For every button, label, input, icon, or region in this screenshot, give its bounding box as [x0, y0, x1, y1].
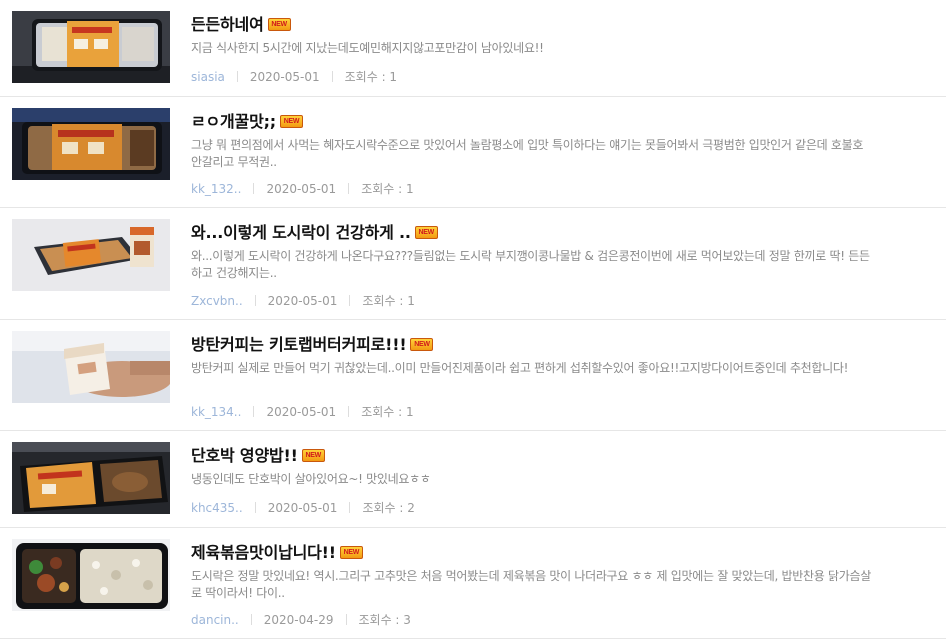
list-item[interactable]: 단호박 영양밥!! NEW 냉동인데도 단호박이 살아있어요~! 맛있네요ㅎㅎ …	[0, 431, 946, 528]
post-views: 조회수 : 1	[344, 70, 398, 84]
meta-divider	[348, 406, 350, 417]
meta-divider	[331, 71, 333, 82]
post-thumbnail[interactable]	[12, 539, 170, 611]
meta-divider	[236, 71, 238, 82]
post-author[interactable]: siasia	[191, 70, 225, 84]
post-description[interactable]: 와...이렇게 도시락이 건강하게 나온다구요???들림없는 도시락 부지깽이콩…	[191, 248, 876, 282]
post-description[interactable]: 방탄커피 실제로 만들어 먹기 귀찮았는데..이미 만들어진제품이라 쉽고 편하…	[191, 360, 876, 377]
new-badge: NEW	[280, 114, 303, 128]
post-title[interactable]: 든든하네여	[191, 11, 264, 35]
list-item[interactable]: 방탄커피는 키토랩버터커피로!!! NEW 방탄커피 실제로 만들어 먹기 귀찮…	[0, 320, 946, 431]
post-title[interactable]: 방탄커피는 키토랩버터커피로!!!	[191, 331, 407, 355]
meta-divider	[349, 502, 351, 513]
meal-box-image	[12, 219, 170, 291]
post-author[interactable]: khc435..	[191, 501, 243, 515]
post-date: 2020-05-01	[267, 293, 338, 308]
post-author[interactable]: kk_134..	[191, 405, 241, 419]
post-title[interactable]: 제육볶음맛이납니다!!	[191, 539, 336, 563]
post-author[interactable]: kk_132..	[191, 182, 241, 196]
post-views: 조회수 : 1	[361, 182, 414, 196]
meta-divider	[250, 614, 252, 625]
post-meta: siasia 2020-05-01 조회수 : 1	[191, 68, 397, 85]
post-thumbnail[interactable]	[12, 11, 170, 83]
meta-divider	[253, 406, 255, 417]
meta-divider	[349, 295, 351, 306]
post-thumbnail[interactable]	[12, 108, 170, 180]
post-description[interactable]: 도시락은 정말 맛있네요! 역시.그리구 고추맛은 처음 먹어봤는데 제육볶음 …	[191, 568, 876, 602]
post-thumbnail[interactable]	[12, 219, 170, 291]
post-title[interactable]: 와...이렇게 도시락이 건강하게 ..	[191, 219, 411, 243]
post-description[interactable]: 지금 식사한지 5시간에 지났는데도예민해지지않고포만감이 남아있네요!!	[191, 40, 876, 57]
post-thumbnail[interactable]	[12, 442, 170, 514]
post-date: 2020-05-01	[249, 69, 320, 84]
post-date: 2020-04-29	[263, 612, 334, 627]
new-badge: NEW	[301, 448, 325, 462]
post-meta: kk_134.. 2020-05-01 조회수 : 1	[191, 403, 414, 420]
coffee-carton-image	[12, 331, 170, 403]
list-item[interactable]: 든든하네여 NEW 지금 식사한지 5시간에 지났는데도예민해지지않고포만감이 …	[0, 0, 946, 97]
meal-box-image	[12, 442, 170, 514]
post-list: 든든하네여 NEW 지금 식사한지 5시간에 지났는데도예민해지지않고포만감이 …	[0, 0, 946, 639]
new-badge: NEW	[267, 17, 291, 31]
list-item[interactable]: 제육볶음맛이납니다!! NEW 도시락은 정말 맛있네요! 역시.그리구 고추맛…	[0, 528, 946, 639]
post-meta: khc435.. 2020-05-01 조회수 : 2	[191, 499, 415, 516]
post-views: 조회수 : 1	[361, 405, 414, 419]
post-description[interactable]: 냉동인데도 단호박이 살아있어요~! 맛있네요ㅎㅎ	[191, 471, 876, 488]
post-views: 조회수 : 1	[362, 294, 415, 308]
post-date: 2020-05-01	[266, 181, 337, 196]
post-date: 2020-05-01	[266, 404, 337, 419]
new-badge: NEW	[414, 225, 438, 239]
meta-divider	[348, 183, 350, 194]
post-meta: dancin.. 2020-04-29 조회수 : 3	[191, 611, 411, 628]
post-author[interactable]: Zxcvbn..	[191, 294, 243, 308]
post-title[interactable]: ㄹㅇ개꿀맛;;	[191, 108, 276, 132]
list-item[interactable]: 와...이렇게 도시락이 건강하게 .. NEW 와...이렇게 도시락이 건강…	[0, 208, 946, 320]
meta-divider	[254, 295, 256, 306]
meal-box-image	[12, 539, 170, 611]
post-author[interactable]: dancin..	[191, 613, 239, 627]
post-meta: Zxcvbn.. 2020-05-01 조회수 : 1	[191, 292, 415, 309]
post-thumbnail[interactable]	[12, 331, 170, 403]
list-item[interactable]: ㄹㅇ개꿀맛;; NEW 그냥 뭐 편의점에서 사먹는 혜자도시락수준으로 맛있어…	[0, 97, 946, 208]
meta-divider	[254, 502, 256, 513]
meal-box-image	[12, 11, 170, 83]
post-date: 2020-05-01	[267, 500, 338, 515]
post-views: 조회수 : 3	[358, 613, 411, 627]
post-meta: kk_132.. 2020-05-01 조회수 : 1	[191, 180, 414, 197]
post-description[interactable]: 그냥 뭐 편의점에서 사먹는 혜자도시락수준으로 맛있어서 놀람평소에 입맛 특…	[191, 137, 876, 171]
post-title[interactable]: 단호박 영양밥!!	[191, 442, 298, 466]
meta-divider	[345, 614, 347, 625]
new-badge: NEW	[339, 545, 363, 559]
meta-divider	[253, 183, 255, 194]
new-badge: NEW	[410, 337, 434, 351]
post-views: 조회수 : 2	[362, 501, 415, 515]
meal-box-image	[12, 108, 170, 180]
